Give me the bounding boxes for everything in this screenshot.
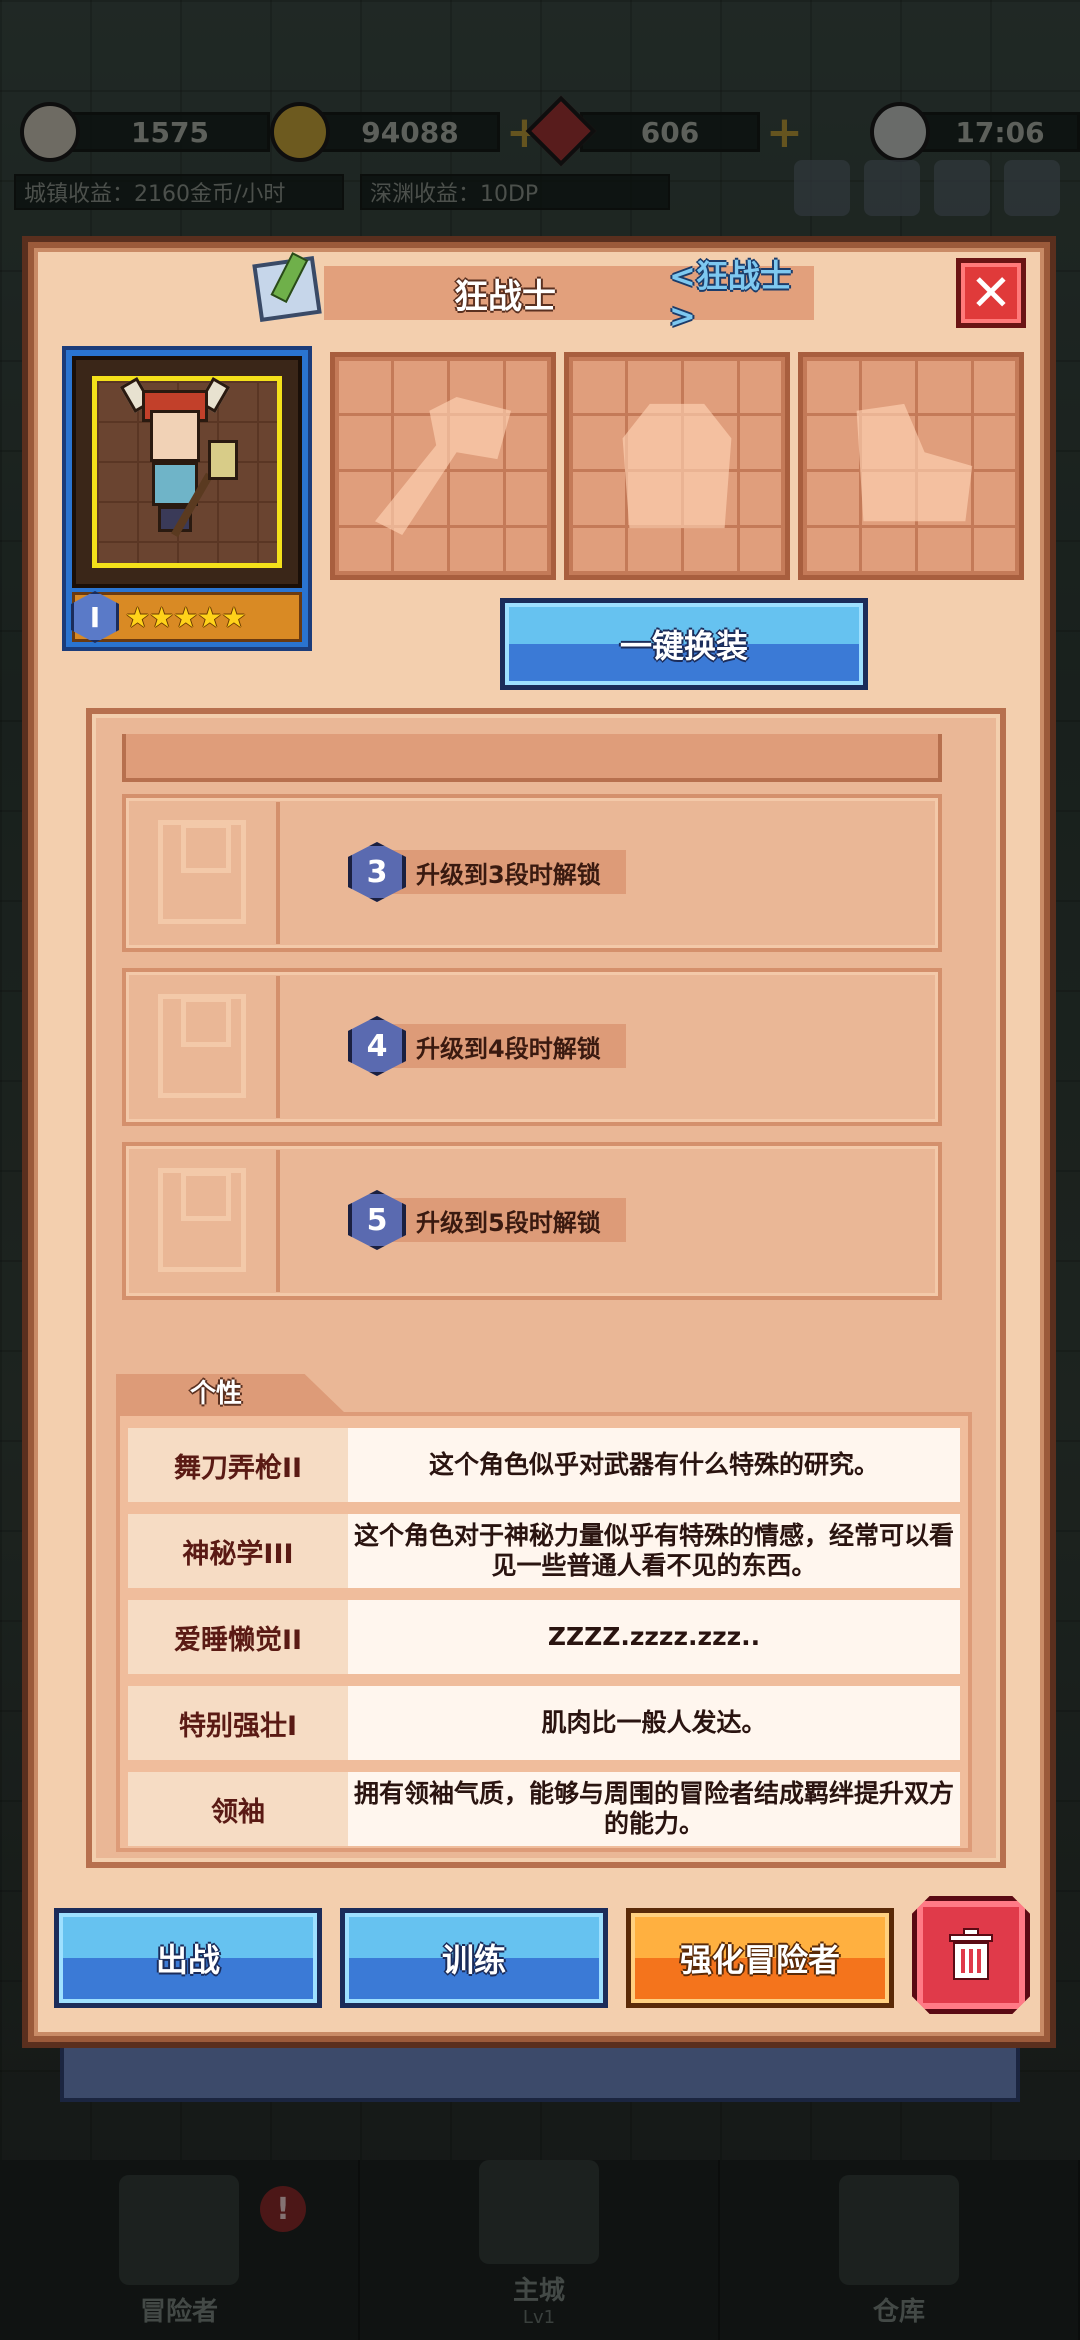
locked-skill-row: 升级到5段时解锁 5: [122, 1142, 942, 1300]
trait-description: 这个角色对于神秘力量似乎有特殊的情感，经常可以看见一些普通人看不见的东西。: [348, 1514, 960, 1588]
trait-row: 爱睡懒觉II ZZZZ.zzzz.zzz..: [128, 1600, 960, 1674]
portrait-footer: I ★★★★★: [71, 591, 302, 643]
skill-slot: [130, 802, 280, 944]
lock-icon: [158, 820, 246, 924]
trait-description: ZZZZ.zzzz.zzz..: [348, 1600, 960, 1674]
trait-name: 舞刀弄枪II: [128, 1428, 348, 1502]
trait-name: 特别强壮I: [128, 1686, 348, 1760]
trait-description: 拥有领袖气质，能够与周围的冒险者结成羁绊提升双方的能力。: [348, 1772, 960, 1846]
armor-slot[interactable]: [564, 352, 790, 580]
traits-list: 舞刀弄枪II 这个角色似乎对武器有什么特殊的研究。 神秘学III 这个角色对于神…: [116, 1412, 972, 1852]
star-rating: ★★★★★: [125, 600, 247, 634]
dismiss-hero-button[interactable]: [912, 1896, 1030, 2014]
trait-row: 神秘学III 这个角色对于神秘力量似乎有特殊的情感，经常可以看见一些普通人看不见…: [128, 1514, 960, 1588]
boots-slot[interactable]: [798, 352, 1024, 580]
battle-button[interactable]: 出战: [54, 1908, 322, 2008]
weapon-slot[interactable]: [330, 352, 556, 580]
equip-all-button[interactable]: 一键换装: [500, 598, 868, 690]
traits-tab: 个性: [116, 1374, 346, 1414]
hero-class: <狂战士>: [669, 257, 792, 335]
trait-name: 爱睡懒觉II: [128, 1600, 348, 1674]
locked-skill-row: 升级到4段时解锁 4: [122, 968, 942, 1126]
rename-icon[interactable]: [252, 255, 322, 323]
hero-portrait-card[interactable]: I ★★★★★: [62, 346, 312, 651]
trait-row: 特别强壮I 肌肉比一般人发达。: [128, 1686, 960, 1760]
berserker-sprite: [119, 377, 238, 540]
train-button[interactable]: 训练: [340, 1908, 608, 2008]
hero-name: 狂战士: [454, 276, 556, 317]
trait-description: 肌肉比一般人发达。: [348, 1686, 960, 1760]
trait-row: 舞刀弄枪II 这个角色似乎对武器有什么特殊的研究。: [128, 1428, 960, 1502]
locked-skill-row: 升级到3段时解锁 3: [122, 794, 942, 952]
axe-icon: [375, 397, 511, 535]
lock-icon: [158, 994, 246, 1098]
trait-description: 这个角色似乎对武器有什么特殊的研究。: [348, 1428, 960, 1502]
underlying-panel: [60, 2042, 1020, 2102]
skill-slot: [130, 976, 280, 1118]
grade-badge: I: [71, 591, 119, 643]
armor-icon: [622, 403, 732, 529]
skills-panel: 升级到3段时解锁 3 升级到4段时解锁 4 升级到5段时解锁 5 个性 舞刀弄枪…: [86, 708, 1006, 1868]
hero-header: 狂战士 <狂战士>: [324, 257, 814, 335]
hero-detail-modal: 狂战士 <狂战士> ✕ I ★★★★★ 一键换装 升级到3段时解锁 3 升级到4…: [28, 242, 1050, 2042]
skill-row-partial: [122, 734, 942, 782]
boots-icon: [856, 403, 973, 522]
skill-slot: [130, 1150, 280, 1292]
trait-row: 领袖 拥有领袖气质，能够与周围的冒险者结成羁绊提升双方的能力。: [128, 1772, 960, 1846]
trash-icon: [949, 1928, 993, 1980]
lock-icon: [158, 1168, 246, 1272]
trait-name: 领袖: [128, 1772, 348, 1846]
close-button[interactable]: ✕: [956, 258, 1026, 328]
portrait-image: [72, 356, 302, 588]
trait-name: 神秘学III: [128, 1514, 348, 1588]
enhance-adventurer-button[interactable]: 强化冒险者: [626, 1908, 894, 2008]
